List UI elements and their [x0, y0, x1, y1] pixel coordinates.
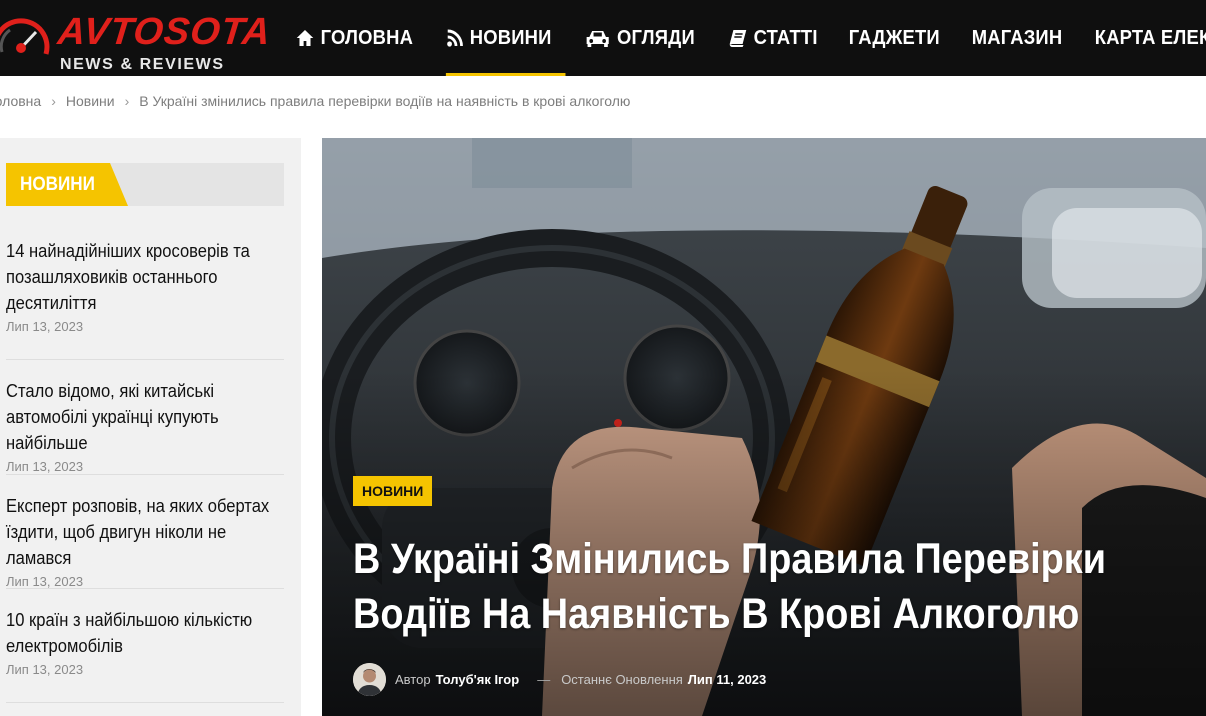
- meta-separator: —: [537, 671, 551, 687]
- category-badge[interactable]: Новини: [353, 476, 433, 506]
- author-photo: [353, 662, 386, 696]
- site-logo[interactable]: AVTOSOTA NEWS & REVIEWS: [0, 0, 273, 76]
- updated-date: Лип 11, 2023: [687, 671, 767, 687]
- site-header: AVTOSOTA NEWS & REVIEWS Головна Новини О…: [0, 0, 1206, 76]
- updated-label: Останнє Оновлення: [561, 671, 683, 687]
- news-item-title[interactable]: Експерт розповів, на яких обертах їздити…: [6, 493, 282, 571]
- nav-articles-label: Статті: [753, 26, 818, 49]
- logo-title: AVTOSOTA: [55, 11, 274, 53]
- author-label: Автор: [395, 671, 431, 687]
- breadcrumb-separator: ›: [124, 93, 130, 109]
- news-item-title[interactable]: 14 найнадійніших кросоверів та позашляхо…: [6, 238, 282, 316]
- book-icon: [729, 29, 747, 48]
- breadcrumb: Головна › Новини › В Україні змінились п…: [0, 90, 630, 112]
- news-item-title[interactable]: Стало відомо, які китайські автомобілі у…: [6, 378, 282, 456]
- author-avatar[interactable]: [353, 662, 386, 696]
- home-icon: [296, 29, 314, 47]
- main-nav: Головна Новини Огляди Статті Гаджети Маг…: [282, 0, 1206, 76]
- article-meta: Автор Толуб'як Ігор — Останнє Оновлення …: [353, 662, 766, 696]
- sidebar-heading-bar: Новини: [6, 163, 284, 206]
- speedometer-logo-icon: [0, 18, 50, 55]
- nav-charging-map[interactable]: Карта електрозапр: [1081, 0, 1206, 76]
- sidebar-heading[interactable]: Новини: [20, 174, 95, 196]
- list-item: 14 найнадійніших кросоверів та позашляхо…: [6, 234, 284, 360]
- news-item-date: Лип 13, 2023: [6, 319, 84, 334]
- breadcrumb-home[interactable]: Головна: [0, 93, 41, 109]
- news-item-date: Лип 13, 2023: [6, 662, 84, 677]
- nav-shop[interactable]: Магазин: [958, 0, 1076, 76]
- list-item: Експерт розповів, на яких обертах їздити…: [6, 475, 284, 589]
- news-item-title[interactable]: 10 країн з найбільшою кількістю електром…: [6, 607, 282, 659]
- article-title[interactable]: В Україні Змінились Правила Перевірки Во…: [353, 532, 1145, 642]
- news-item-date: Лип 13, 2023: [6, 574, 84, 589]
- news-sidebar: Новини 14 найнадійніших кросоверів та по…: [0, 138, 301, 716]
- car-icon: [585, 28, 611, 48]
- nav-gadgets-label: Гаджети: [849, 26, 941, 49]
- rss-icon: [447, 29, 464, 47]
- news-item-date: Лип 13, 2023: [6, 459, 84, 474]
- nav-shop-label: Магазин: [972, 26, 1063, 49]
- list-item: Стало відомо, які китайські автомобілі у…: [6, 360, 284, 475]
- nav-charging-map-label: Карта електрозапр: [1094, 26, 1206, 49]
- nav-reviews-label: Огляди: [617, 26, 696, 49]
- nav-home-label: Головна: [320, 26, 414, 49]
- breadcrumb-news[interactable]: Новини: [66, 93, 115, 109]
- nav-news-label: Новини: [470, 26, 552, 49]
- nav-articles[interactable]: Статті: [715, 0, 831, 76]
- nav-news[interactable]: Новини: [433, 0, 566, 76]
- author-name[interactable]: Толуб'як Ігор: [436, 672, 520, 687]
- logo-subtitle: NEWS & REVIEWS: [60, 56, 225, 73]
- nav-home[interactable]: Головна: [282, 0, 427, 76]
- nav-gadgets[interactable]: Гаджети: [835, 0, 954, 76]
- sidebar-news-list: 14 найнадійніших кросоверів та позашляхо…: [6, 234, 284, 703]
- breadcrumb-separator: ›: [51, 93, 56, 109]
- featured-article[interactable]: Новини В Україні Змінились Правила Перев…: [322, 138, 1206, 716]
- nav-reviews[interactable]: Огляди: [571, 0, 709, 76]
- breadcrumb-current: В Україні змінились правила перевірки во…: [139, 93, 631, 109]
- list-item: 10 країн з найбільшою кількістю електром…: [6, 589, 284, 703]
